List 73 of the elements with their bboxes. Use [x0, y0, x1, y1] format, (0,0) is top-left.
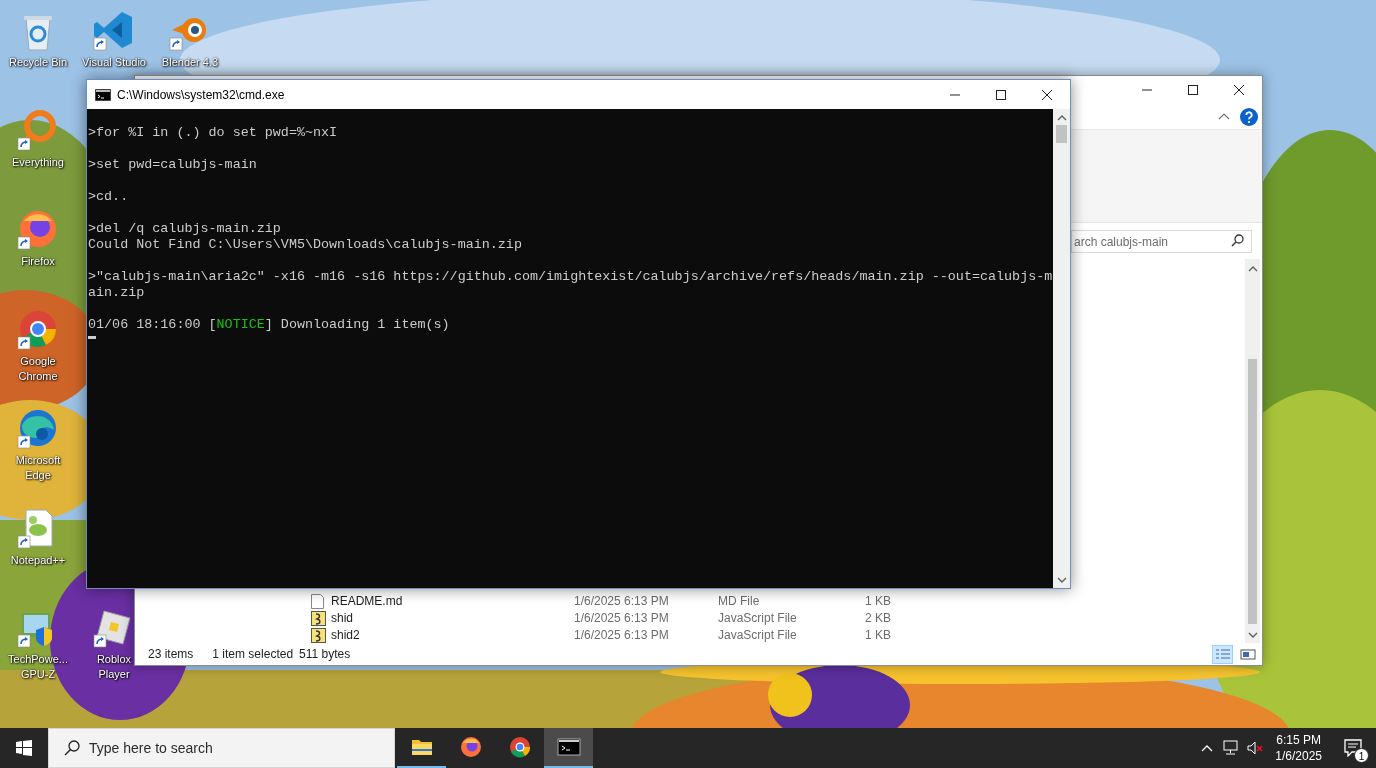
- selection-size: 511 bytes: [299, 646, 351, 663]
- window-title: C:\Windows\system32\cmd.exe: [117, 86, 285, 104]
- desktop-icon-label[interactable]: Roblox Player: [91, 652, 137, 682]
- chevron-up-icon: [1201, 744, 1214, 752]
- scrollbar[interactable]: [1245, 259, 1260, 643]
- desktop-icon-label[interactable]: Microsoft Edge: [5, 453, 71, 483]
- file-name: README.md: [331, 593, 404, 610]
- notification-badge: 1: [1354, 748, 1369, 763]
- file-date: 1/6/2025 6:13 PM: [574, 610, 670, 627]
- minimize-icon: [1142, 89, 1152, 91]
- selection-count: 1 item selected: [212, 646, 294, 663]
- file-row[interactable]: shid2 1/6/2025 6:13 PM JavaScript File 1 KB: [135, 626, 1245, 643]
- file-icon: [311, 627, 326, 643]
- maximize-icon: [1188, 85, 1198, 95]
- desktop-icon-label[interactable]: Notepad++: [5, 552, 71, 568]
- clock-date[interactable]: 1/6/2025: [1275, 748, 1322, 764]
- speaker-icon: [1247, 740, 1264, 756]
- console-line: >for %I in (.) do set pwd=%~nxI: [88, 125, 338, 141]
- desktop-icon-label[interactable]: Blender 4.3: [157, 55, 223, 70]
- console-line: ain.zip: [88, 285, 145, 301]
- console-icon: [95, 88, 111, 101]
- search-field[interactable]: Type here to search: [48, 728, 395, 768]
- maximize-icon: [996, 89, 1006, 100]
- clock-time[interactable]: 6:15 PM: [1275, 732, 1322, 748]
- desktop-icon-label[interactable]: Visual Studio: [81, 55, 147, 70]
- file-name: shid: [331, 610, 354, 627]
- file-date: 1/6/2025 6:13 PM: [574, 593, 670, 610]
- scroll-down-icon[interactable]: [1056, 576, 1067, 584]
- scroll-up-icon[interactable]: [1056, 114, 1067, 122]
- search-icon[interactable]: [64, 740, 80, 756]
- console-icon: [556, 735, 581, 759]
- console-line: >"calubjs-main\aria2c" -x16 -m16 -s16 https://github.com/imightexist/calubjs/archive/refs/heads/main.zip --out=calubjs-m: [88, 269, 1053, 285]
- file-type: MD File: [718, 593, 761, 610]
- scroll-down-icon[interactable]: [1247, 631, 1258, 639]
- app-icon: [507, 735, 532, 759]
- search-field[interactable]: arch calubjs-main: [1071, 230, 1252, 253]
- help-icon[interactable]: [1240, 107, 1258, 126]
- details-view-icon: [1213, 646, 1232, 662]
- windows-logo-icon: [16, 740, 32, 756]
- scrollbar[interactable]: [1053, 109, 1070, 588]
- item-count: 23 items: [148, 646, 194, 663]
- file-row[interactable]: README.md 1/6/2025 6:13 PM MD File 1 KB: [135, 592, 1245, 609]
- taskbar-app-button[interactable]: [544, 728, 593, 768]
- desktop-icon-label[interactable]: Google Chrome: [5, 353, 71, 384]
- console-line: Could Not Find C:\Users\VM5\Downloads\calubjs-main.zip: [88, 237, 522, 253]
- file-icon: [311, 593, 324, 609]
- large-icons-view-icon: [1238, 646, 1257, 662]
- file-size: 1 KB: [864, 593, 891, 610]
- console-line: 01/06 18:16:00 [NOTICE] Downloading 1 item(s): [88, 317, 450, 333]
- file-name: shid2: [331, 627, 361, 644]
- scroll-up-icon[interactable]: [1247, 265, 1258, 273]
- close-icon: [1234, 85, 1244, 95]
- desktop-icon-label[interactable]: Everything: [5, 154, 71, 170]
- console-line: >cd..: [88, 189, 129, 205]
- file-row[interactable]: shid 1/6/2025 6:13 PM JavaScript File 2 KB: [135, 609, 1245, 626]
- collapse-ribbon-icon[interactable]: [1218, 113, 1230, 120]
- file-size: 1 KB: [864, 627, 891, 644]
- file-icon: [311, 610, 326, 626]
- scrollbar-thumb[interactable]: [1056, 125, 1067, 143]
- console-line: >del /q calubjs-main.zip: [88, 221, 281, 237]
- file-type: JavaScript File: [718, 610, 798, 627]
- close-icon: [1042, 89, 1052, 100]
- search-icon[interactable]: [1231, 233, 1244, 247]
- minimize-icon: [950, 93, 960, 96]
- file-size: 2 KB: [864, 610, 891, 627]
- file-type: JavaScript File: [718, 627, 798, 644]
- app-icon: [458, 735, 483, 759]
- desktop-icon-label[interactable]: Firefox: [5, 254, 71, 269]
- file-date: 1/6/2025 6:13 PM: [574, 627, 670, 644]
- scrollbar-thumb[interactable]: [1248, 359, 1257, 624]
- monitor-icon: [1223, 740, 1240, 756]
- desktop-icon-label[interactable]: Recycle Bin: [5, 55, 71, 70]
- console-line: >set pwd=calubjs-main: [88, 157, 257, 173]
